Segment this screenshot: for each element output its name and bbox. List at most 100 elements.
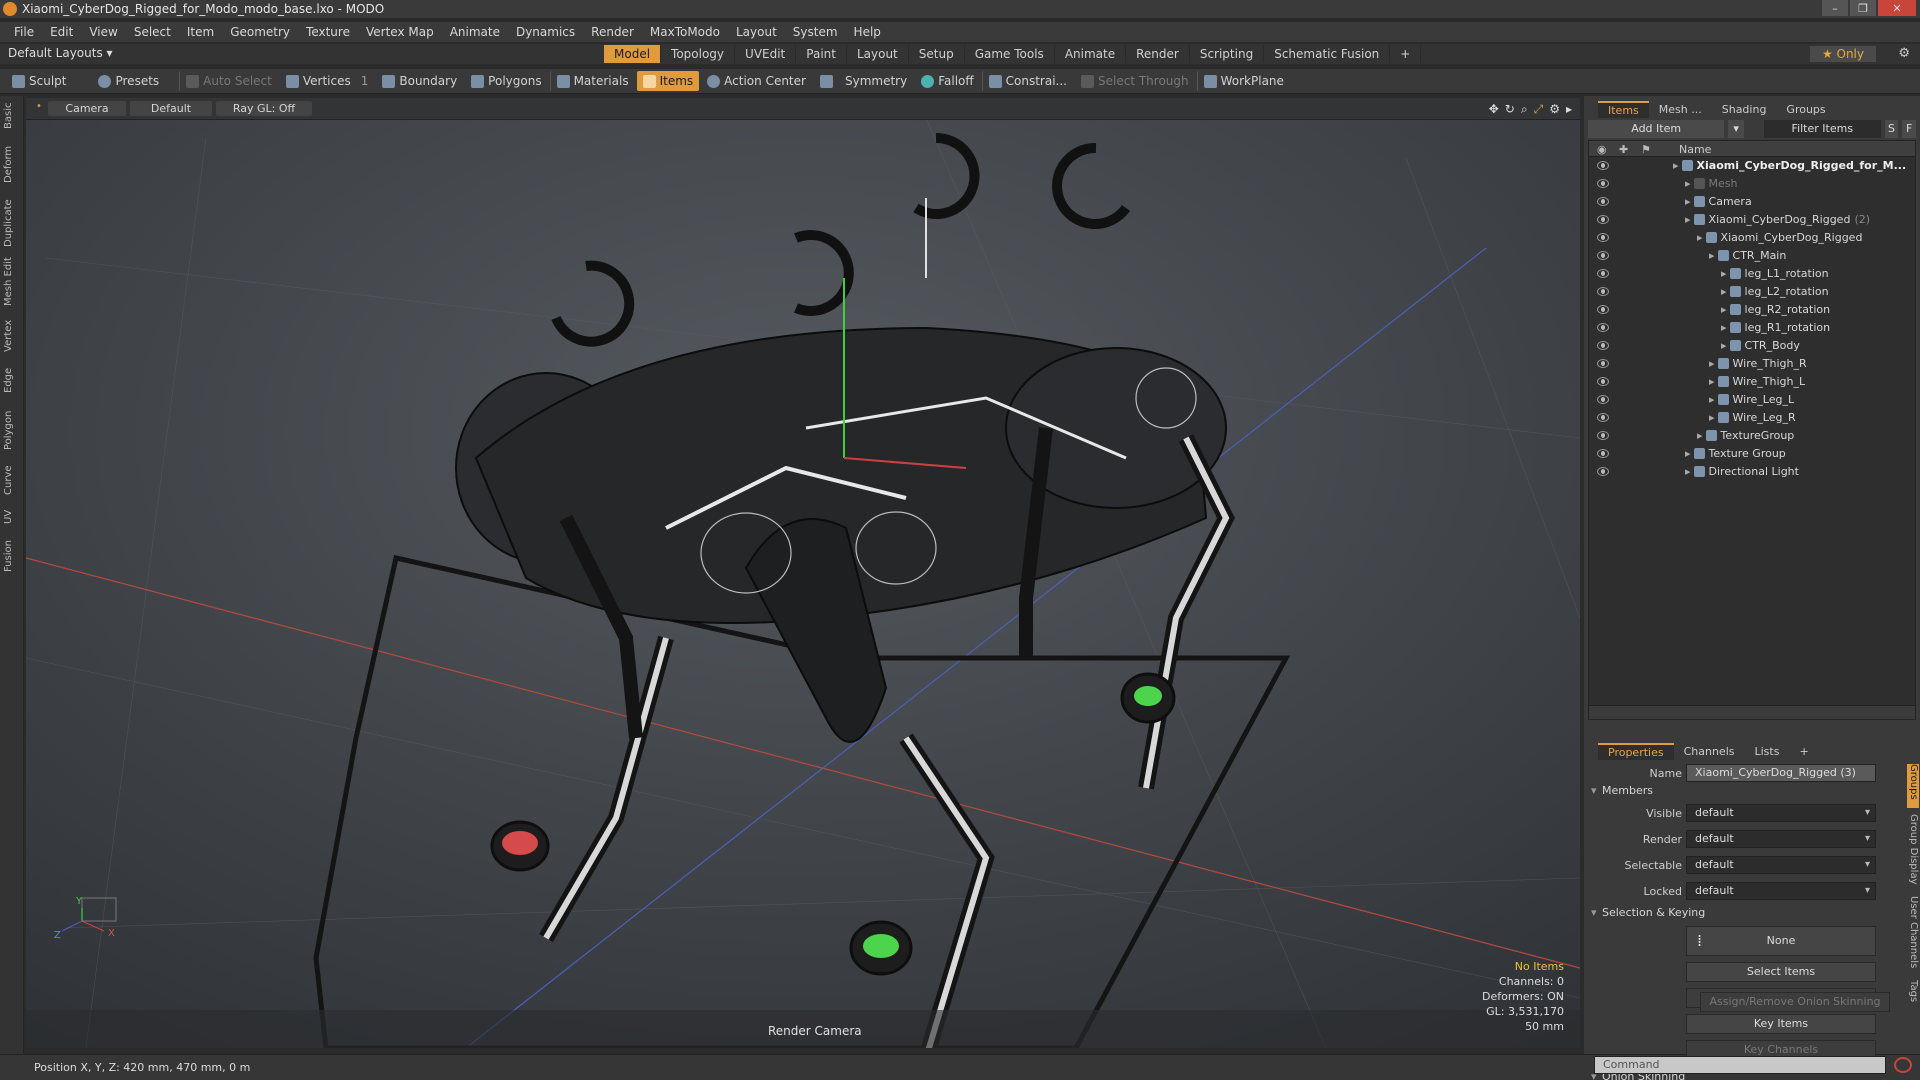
expand-arrow-icon[interactable]: ▸: [1721, 339, 1727, 352]
3d-viewport[interactable]: Y Z X: [26, 98, 1580, 1048]
expand-arrow-icon[interactable]: ▸: [1721, 285, 1727, 298]
tab-groups[interactable]: Groups: [1776, 102, 1835, 117]
item-row[interactable]: ▸ leg_R2_rotation: [1589, 301, 1915, 319]
sculpt-button[interactable]: Sculpt: [6, 71, 72, 91]
left-tab-vertex[interactable]: Vertex: [3, 316, 21, 356]
visibility-eye-icon[interactable]: [1597, 305, 1609, 314]
tab-scripting[interactable]: Scripting: [1190, 45, 1265, 63]
item-row[interactable]: ▸ Texture Group: [1589, 445, 1915, 463]
s-toggle[interactable]: S: [1884, 120, 1899, 138]
tab-paint[interactable]: Paint: [796, 45, 847, 63]
menu-maxtomodo[interactable]: MaxToModo: [642, 25, 728, 39]
visibility-eye-icon[interactable]: [1597, 287, 1609, 296]
gear-icon[interactable]: ⚙: [1898, 46, 1910, 61]
name-field[interactable]: Xiaomi_CyberDog_Rigged (3): [1686, 764, 1876, 782]
command-input[interactable]: Command: [1594, 1056, 1886, 1074]
expand-arrow-icon[interactable]: ▸: [1721, 303, 1727, 316]
viewport-menu-icon[interactable]: •: [36, 101, 42, 112]
add-tab-button[interactable]: +: [1390, 45, 1422, 63]
item-row[interactable]: ▸ CTR_Main: [1589, 247, 1915, 265]
visibility-eye-icon[interactable]: [1597, 179, 1609, 188]
auto-select-button[interactable]: Auto Select: [179, 71, 278, 91]
move-icon[interactable]: ✥: [1489, 102, 1499, 117]
menu-help[interactable]: Help: [846, 25, 889, 39]
item-row[interactable]: ▸ Mesh: [1589, 175, 1915, 193]
locked-dropdown[interactable]: default: [1686, 882, 1876, 900]
minimize-button[interactable]: –: [1822, 0, 1848, 16]
left-tab-duplicate[interactable]: Duplicate: [3, 196, 21, 250]
menu-select[interactable]: Select: [126, 25, 179, 39]
expand-arrow-icon[interactable]: ▸: [1709, 357, 1715, 370]
expand-arrow-icon[interactable]: ▸: [1709, 249, 1715, 262]
expand-arrow-icon[interactable]: ▸: [1685, 465, 1691, 478]
assign-onion-skinning-button[interactable]: Assign/Remove Onion Skinning: [1700, 992, 1890, 1012]
action-center-button[interactable]: Action Center: [701, 71, 812, 91]
visibility-eye-icon[interactable]: [1597, 377, 1609, 386]
tab-topology[interactable]: Topology: [661, 45, 736, 63]
expand-arrow-icon[interactable]: ▸: [1673, 159, 1679, 172]
members-section[interactable]: Members: [1588, 784, 1906, 800]
item-row[interactable]: ▸ leg_R1_rotation: [1589, 319, 1915, 337]
polygons-button[interactable]: Polygons: [465, 71, 547, 91]
expand-arrow-icon[interactable]: ▸: [1721, 267, 1727, 280]
expand-arrow-icon[interactable]: ▸: [1697, 231, 1703, 244]
add-item-button[interactable]: Add Item: [1588, 120, 1725, 138]
tab-render[interactable]: Render: [1126, 45, 1190, 63]
visibility-eye-icon[interactable]: [1597, 269, 1609, 278]
left-tab-fusion[interactable]: Fusion: [3, 536, 21, 576]
visibility-eye-icon[interactable]: [1597, 251, 1609, 260]
selection-keying-section[interactable]: Selection & Keying: [1588, 906, 1906, 922]
key-items-button[interactable]: Key Items: [1686, 1014, 1876, 1034]
tab-shading[interactable]: Shading: [1712, 102, 1777, 117]
raygl-toggle[interactable]: Ray GL: Off: [216, 101, 312, 116]
item-row[interactable]: ▸ Wire_Leg_R: [1589, 409, 1915, 427]
visibility-eye-icon[interactable]: [1597, 431, 1609, 440]
visibility-eye-icon[interactable]: [1597, 233, 1609, 242]
menu-edit[interactable]: Edit: [42, 25, 81, 39]
tab-model[interactable]: Model: [604, 45, 662, 63]
menu-render[interactable]: Render: [583, 25, 642, 39]
item-list-scrollbar[interactable]: [1589, 705, 1915, 719]
expand-arrow-icon[interactable]: ▸: [1709, 393, 1715, 406]
side-tab-user-channels[interactable]: User Channels: [1907, 896, 1919, 974]
expand-arrow-icon[interactable]: ▸: [1709, 375, 1715, 388]
item-row[interactable]: ▸ Directional Light: [1589, 463, 1915, 481]
left-tab-deform[interactable]: Deform: [3, 144, 21, 184]
boundary-button[interactable]: Boundary: [376, 71, 463, 91]
constraints-button[interactable]: Constrai...: [981, 71, 1073, 91]
add-properties-tab[interactable]: +: [1789, 744, 1818, 759]
item-row[interactable]: ▸ Wire_Thigh_R: [1589, 355, 1915, 373]
shading-dropdown[interactable]: Default: [130, 101, 212, 116]
tab-setup[interactable]: Setup: [909, 45, 965, 63]
menu-system[interactable]: System: [785, 25, 846, 39]
visibility-eye-icon[interactable]: [1597, 413, 1609, 422]
maximize-button[interactable]: ❐: [1850, 0, 1876, 16]
visibility-eye-icon[interactable]: [1597, 215, 1609, 224]
menu-item[interactable]: Item: [179, 25, 222, 39]
visibility-eye-icon[interactable]: [1597, 449, 1609, 458]
name-column-header[interactable]: Name: [1679, 143, 1711, 156]
materials-button[interactable]: Materials: [549, 71, 635, 91]
vertices-button[interactable]: Vertices 1: [280, 71, 375, 91]
left-tab-curve[interactable]: Curve: [3, 460, 21, 500]
item-row[interactable]: ▸ leg_L1_rotation: [1589, 265, 1915, 283]
left-tab-basic[interactable]: Basic: [3, 102, 21, 130]
tab-channels[interactable]: Channels: [1674, 744, 1745, 759]
command-record-icon[interactable]: [1894, 1057, 1912, 1073]
item-row[interactable]: ▸ leg_L2_rotation: [1589, 283, 1915, 301]
visibility-eye-icon[interactable]: [1597, 323, 1609, 332]
close-button[interactable]: ✕: [1878, 0, 1916, 16]
visibility-eye-icon[interactable]: [1597, 197, 1609, 206]
left-tab-edge[interactable]: Edge: [3, 362, 21, 398]
expand-arrow-icon[interactable]: ▸: [1685, 195, 1691, 208]
left-tab-uv[interactable]: UV: [3, 504, 21, 530]
filter-items-input[interactable]: Filter Items: [1763, 120, 1881, 138]
expand-arrow-icon[interactable]: ▸: [1697, 429, 1703, 442]
visible-dropdown[interactable]: default: [1686, 804, 1876, 822]
side-tab-groups[interactable]: Groups: [1907, 764, 1919, 808]
camera-dropdown[interactable]: Camera: [48, 101, 126, 116]
menu-view[interactable]: View: [81, 25, 125, 39]
presets-button[interactable]: Presets: [92, 71, 165, 91]
visibility-eye-icon[interactable]: [1597, 341, 1609, 350]
none-button[interactable]: ⁞ None: [1686, 926, 1876, 956]
